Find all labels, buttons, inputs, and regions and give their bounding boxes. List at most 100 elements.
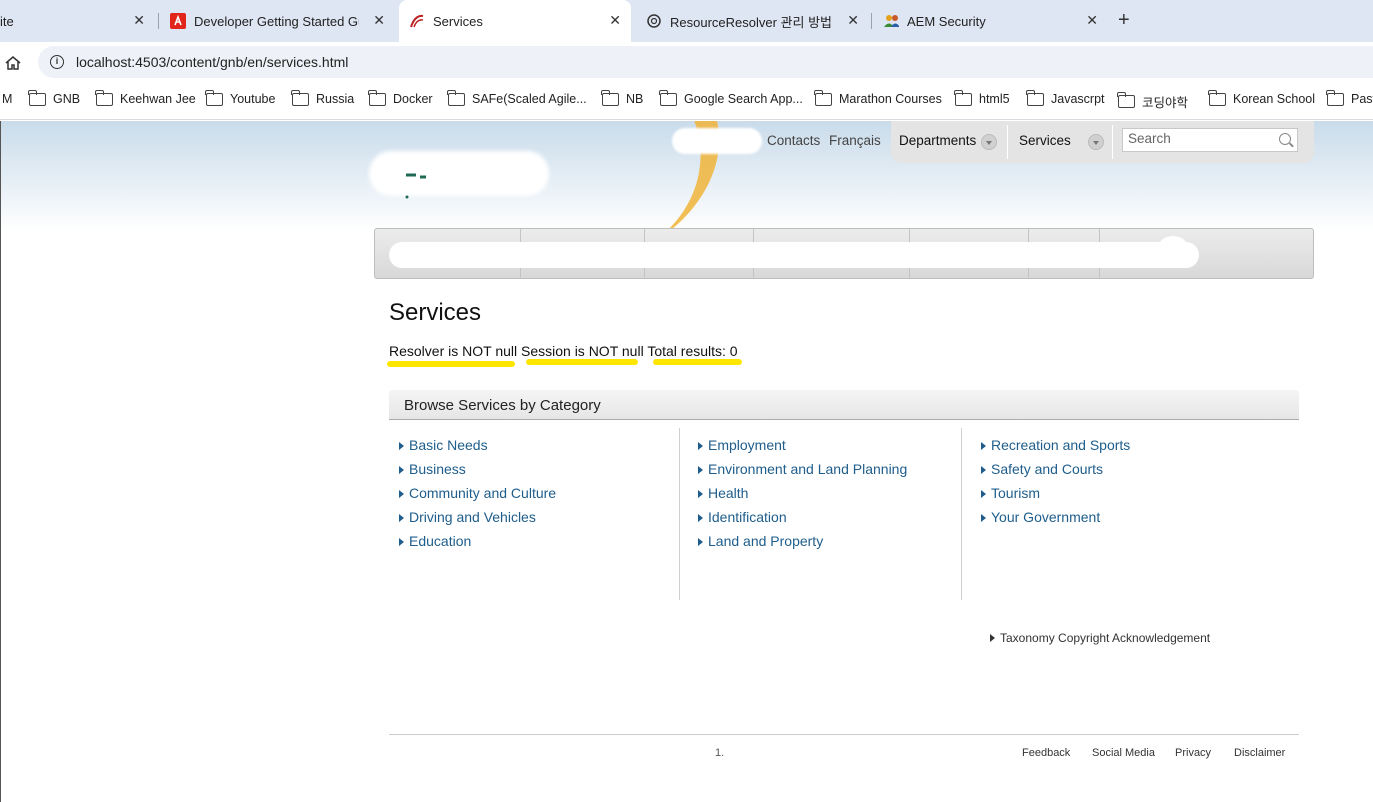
folder-icon <box>954 89 972 106</box>
users-icon <box>883 13 899 29</box>
disclaimer-link[interactable]: Disclaimer <box>1234 747 1285 759</box>
privacy-link[interactable]: Privacy <box>1175 747 1211 759</box>
tab-developer-guide[interactable]: Developer Getting Started Guid ✕ <box>160 0 395 42</box>
bookmark-folder[interactable]: Korean School <box>1208 89 1316 106</box>
tab-title: Developer Getting Started Guid <box>194 13 359 29</box>
category-link[interactable]: Your Government <box>981 509 1130 533</box>
tab-partial[interactable]: ite ✕ <box>0 0 155 42</box>
bookmark-folder[interactable]: Docker <box>368 89 433 106</box>
bullet-arrow-icon <box>981 466 986 474</box>
bookmark-folder[interactable]: Past <box>1326 89 1373 106</box>
category-label: Education <box>409 533 472 549</box>
url-field[interactable]: i localhost:4503/content/gnb/en/services… <box>38 46 1373 78</box>
tab-services[interactable]: Services ✕ <box>399 0 631 42</box>
primary-nav <box>374 228 1314 279</box>
bookmark-folder[interactable]: GNB <box>28 89 81 106</box>
bookmark-folder[interactable]: Javascrpt <box>1026 89 1105 106</box>
category-label: Driving and Vehicles <box>409 509 536 525</box>
new-tab-button[interactable]: + <box>1118 10 1130 30</box>
category-label: Business <box>409 461 466 477</box>
close-tab-icon[interactable]: ✕ <box>1086 13 1098 27</box>
bookmarks-bar: M GNB Keehwan Jee Youtube Russia Docker … <box>0 82 1373 120</box>
chevron-down-icon[interactable] <box>981 134 997 150</box>
taxonomy-label: Taxonomy Copyright Acknowledgement <box>1000 631 1211 645</box>
bookmark-folder[interactable]: NB <box>601 89 643 106</box>
redacted-nav-items <box>389 242 1199 268</box>
bookmark-folder[interactable]: Youtube <box>205 89 275 106</box>
category-link[interactable]: Basic Needs <box>399 437 556 461</box>
folder-icon <box>1208 89 1226 106</box>
tab-title: Services <box>433 13 483 29</box>
home-icon[interactable] <box>4 55 22 71</box>
bookmark-folder[interactable]: Russia <box>291 89 354 106</box>
bookmark-folder[interactable]: SAFe(Scaled Agile... <box>447 89 587 106</box>
site-logo-icon[interactable] <box>404 171 444 204</box>
category-link[interactable]: Community and Culture <box>399 485 556 509</box>
tab-aem-security[interactable]: AEM Security ✕ <box>873 0 1108 42</box>
bookmark-label: html5 <box>979 92 1010 106</box>
bullet-arrow-icon <box>990 634 995 642</box>
folder-icon <box>205 89 223 106</box>
bookmark-label: GNB <box>53 92 81 106</box>
feedback-link[interactable]: Feedback <box>1022 747 1070 759</box>
bullet-arrow-icon <box>698 490 703 498</box>
bookmark-folder[interactable]: html5 <box>954 89 1010 106</box>
social-media-link[interactable]: Social Media <box>1092 747 1155 759</box>
tab-separator <box>158 13 159 29</box>
site-logo-icon <box>409 13 425 29</box>
bookmark-label: Korean School <box>1233 92 1316 106</box>
close-tab-icon[interactable]: ✕ <box>609 13 621 27</box>
departments-menu[interactable]: Departments <box>899 133 976 148</box>
chatgpt-icon <box>646 13 662 29</box>
bullet-arrow-icon <box>399 490 404 498</box>
folder-icon <box>95 89 113 106</box>
folder-icon <box>659 89 677 106</box>
close-tab-icon[interactable]: ✕ <box>373 13 385 27</box>
category-link[interactable]: Employment <box>698 437 907 461</box>
url-text[interactable]: localhost:4503/content/gnb/en/services.h… <box>76 54 348 70</box>
tab-strip: ite ✕ Developer Getting Started Guid ✕ S… <box>0 0 1373 42</box>
category-link[interactable]: Land and Property <box>698 533 907 557</box>
category-link[interactable]: Recreation and Sports <box>981 437 1130 461</box>
bookmark-item[interactable]: M <box>2 92 12 106</box>
site-info-icon[interactable]: i <box>50 55 64 69</box>
category-link[interactable]: Health <box>698 485 907 509</box>
services-menu[interactable]: Services <box>1019 133 1071 148</box>
category-link[interactable]: Business <box>399 461 556 485</box>
category-label: Your Government <box>991 509 1101 525</box>
folder-icon <box>1117 92 1135 108</box>
category-link[interactable]: Tourism <box>981 485 1130 509</box>
chevron-down-icon[interactable] <box>1088 134 1104 150</box>
category-title: Browse Services by Category <box>404 397 601 414</box>
tab-resourceresolver[interactable]: ResourceResolver 관리 방법 ✕ <box>636 0 869 42</box>
bookmark-label: Google Search App... <box>684 92 803 106</box>
tab-title: ite <box>0 13 14 29</box>
folder-icon <box>1026 89 1044 106</box>
contacts-link[interactable]: Contacts <box>767 133 820 148</box>
close-tab-icon[interactable]: ✕ <box>133 13 145 27</box>
category-link[interactable]: Safety and Courts <box>981 461 1130 485</box>
redacted-logo <box>369 151 549 196</box>
category-link[interactable]: Education <box>399 533 556 557</box>
page-title: Services <box>389 299 482 326</box>
web-page: Contacts Français Departments Services S… <box>0 121 1373 802</box>
category-column-2: Employment Environment and Land Planning… <box>698 437 907 557</box>
category-label: Employment <box>708 437 786 453</box>
category-link[interactable]: Identification <box>698 509 907 533</box>
search-input[interactable]: Search <box>1122 128 1298 152</box>
bullet-arrow-icon <box>399 466 404 474</box>
category-column-3: Recreation and Sports Safety and Courts … <box>981 437 1130 533</box>
category-link[interactable]: Driving and Vehicles <box>399 509 556 533</box>
taxonomy-link[interactable]: Taxonomy Copyright Acknowledgement <box>990 631 1210 645</box>
bookmark-folder[interactable]: Keehwan Jee <box>95 89 196 106</box>
search-icon[interactable] <box>1279 133 1291 145</box>
bullet-arrow-icon <box>698 466 703 474</box>
bookmark-folder[interactable]: Marathon Courses <box>814 89 942 106</box>
bookmark-folder[interactable]: Google Search App... <box>659 89 803 106</box>
bookmark-folder[interactable]: 코딩야학 <box>1117 92 1188 111</box>
bullet-arrow-icon <box>399 442 404 450</box>
language-link[interactable]: Français <box>829 133 881 148</box>
category-link[interactable]: Environment and Land Planning <box>698 461 907 485</box>
highlight-mark <box>653 359 742 365</box>
close-tab-icon[interactable]: ✕ <box>847 13 859 27</box>
